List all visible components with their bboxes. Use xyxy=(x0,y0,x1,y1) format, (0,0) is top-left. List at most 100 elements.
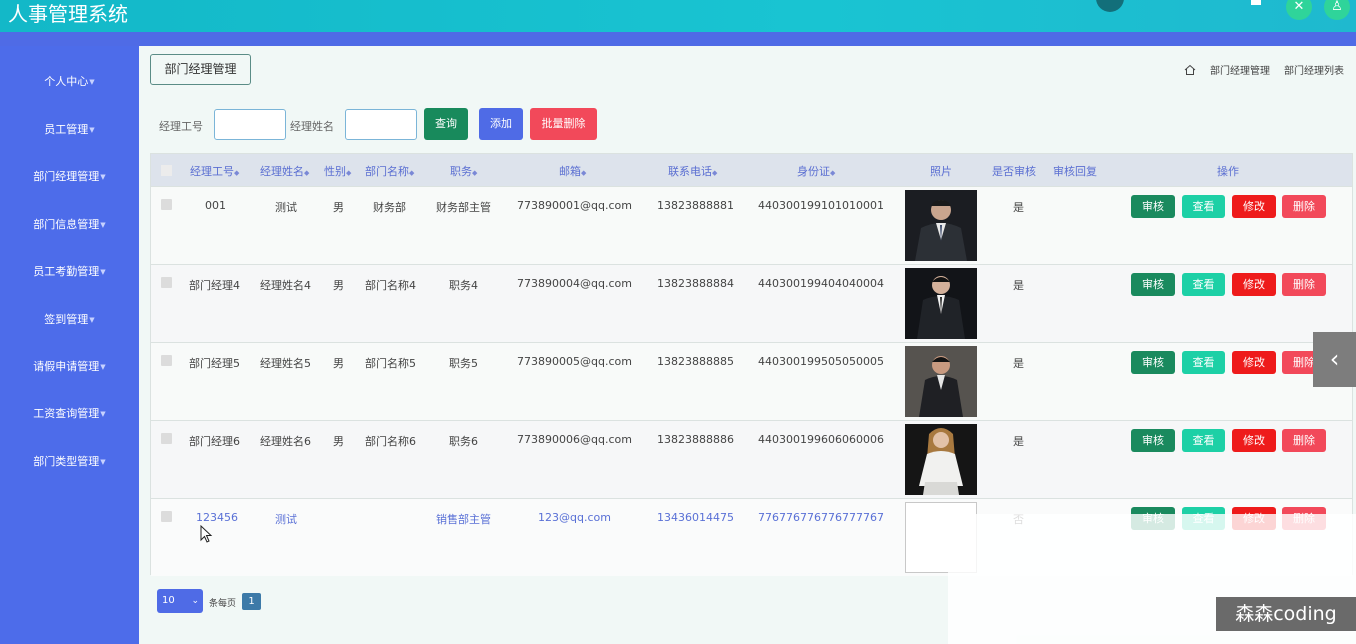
audit-button[interactable]: 审核 xyxy=(1131,429,1175,452)
user-icon[interactable]: ♙ xyxy=(1324,0,1350,20)
row-checkbox[interactable] xyxy=(161,277,172,288)
chevron-down-icon: ⌄ xyxy=(191,596,199,606)
manager-id-input[interactable] xyxy=(214,109,286,140)
manager-photo[interactable] xyxy=(905,424,977,495)
add-button[interactable]: 添加 xyxy=(479,108,523,140)
cell-position: 职务6 xyxy=(449,435,478,448)
sort-icon: ◆ xyxy=(346,169,352,177)
header-gender[interactable]: 性别◆ xyxy=(324,163,351,179)
edit-button[interactable]: 修改 xyxy=(1232,429,1276,452)
cell-audit-status: 是 xyxy=(1013,279,1024,292)
view-button[interactable]: 查看 xyxy=(1182,351,1225,374)
home-icon[interactable] xyxy=(1184,64,1196,76)
header-label: 联系电话 xyxy=(668,165,712,178)
chevron-down-icon: ▼ xyxy=(89,316,95,324)
sidebar-item-dept-type[interactable]: 部门类型管理▼ xyxy=(0,453,139,469)
sort-icon: ◆ xyxy=(712,169,718,177)
sidebar-item-label: 员工考勤管理 xyxy=(33,265,100,278)
audit-button[interactable]: 审核 xyxy=(1131,273,1175,296)
cell-manager-name[interactable]: 测试 xyxy=(275,511,297,527)
minimize-icon[interactable] xyxy=(1251,0,1261,5)
query-button[interactable]: 查询 xyxy=(424,108,468,140)
edit-button[interactable]: 修改 xyxy=(1232,273,1276,296)
top-center-text: “ “ “ xyxy=(528,0,582,12)
row-checkbox[interactable] xyxy=(161,511,172,522)
edit-button[interactable]: 修改 xyxy=(1232,351,1276,374)
manager-table: 经理工号◆ 经理姓名◆ 性别◆ 部门名称◆ 职务◆ 邮箱◆ 联系电话◆ 身份证◆… xyxy=(150,153,1353,576)
close-icon[interactable]: ✕ xyxy=(1286,0,1312,20)
row-checkbox[interactable] xyxy=(161,355,172,366)
header-manager-id[interactable]: 经理工号◆ xyxy=(190,163,239,179)
header-label: 性别 xyxy=(324,165,346,178)
cell-dept-name: 部门名称5 xyxy=(365,357,416,370)
manager-photo[interactable] xyxy=(905,268,977,339)
row-checkbox[interactable] xyxy=(161,199,172,210)
manager-name-label: 经理姓名 xyxy=(290,120,334,133)
chevron-down-icon: ▼ xyxy=(100,173,106,181)
sidebar-item-attendance[interactable]: 员工考勤管理▼ xyxy=(0,263,139,279)
header-email[interactable]: 邮箱◆ xyxy=(559,163,586,179)
page-number-button[interactable]: 1 xyxy=(242,593,261,610)
sidebar-item-label: 签到管理 xyxy=(44,313,89,326)
view-button[interactable]: 查看 xyxy=(1182,273,1225,296)
edit-button[interactable]: 修改 xyxy=(1232,195,1276,218)
header-band xyxy=(0,32,1356,46)
sidebar-item-label: 部门类型管理 xyxy=(33,455,100,468)
audit-button[interactable]: 审核 xyxy=(1131,195,1175,218)
view-button[interactable]: 查看 xyxy=(1182,429,1225,452)
page-tag[interactable]: 部门经理管理 xyxy=(150,54,251,85)
sidebar-item-personal-center[interactable]: 个人中心▼ xyxy=(0,73,139,89)
cell-manager-id: 部门经理4 xyxy=(189,279,240,292)
cell-manager-name: 经理姓名6 xyxy=(260,435,311,448)
row-checkbox[interactable] xyxy=(161,433,172,444)
delete-button[interactable]: 删除 xyxy=(1282,273,1326,296)
delete-button[interactable]: 删除 xyxy=(1282,195,1326,218)
manager-photo[interactable] xyxy=(905,346,977,417)
header-manager-name[interactable]: 经理姓名◆ xyxy=(260,163,309,179)
delete-button[interactable]: 删除 xyxy=(1282,429,1326,452)
chevron-down-icon: ▼ xyxy=(100,458,106,466)
cell-manager-id[interactable]: 123456 xyxy=(196,511,238,524)
manager-photo[interactable] xyxy=(905,190,977,261)
chevron-left-icon[interactable]: ‹ xyxy=(1313,332,1356,387)
sidebar-item-employee[interactable]: 员工管理▼ xyxy=(0,121,139,137)
manager-name-input[interactable] xyxy=(345,109,417,140)
batch-delete-button[interactable]: 批量删除 xyxy=(530,108,597,140)
cell-manager-id: 部门经理5 xyxy=(189,357,240,370)
header-position[interactable]: 职务◆ xyxy=(450,163,477,179)
cell-email[interactable]: 123@qq.com xyxy=(538,511,611,524)
cell-position: 财务部主管 xyxy=(436,201,491,214)
header-audit-status: 是否审核 xyxy=(992,165,1036,178)
sidebar-item-leave[interactable]: 请假申请管理▼ xyxy=(0,358,139,374)
audit-button[interactable]: 审核 xyxy=(1131,351,1175,374)
cell-audit-status: 是 xyxy=(1013,201,1024,214)
cell-id-card[interactable]: 776776776776777767 xyxy=(758,511,884,524)
header-dept-name[interactable]: 部门名称◆ xyxy=(365,163,414,179)
chevron-down-icon: ▼ xyxy=(100,221,106,229)
sidebar-item-dept-manager[interactable]: 部门经理管理▼ xyxy=(0,168,139,184)
header-id-card[interactable]: 身份证◆ xyxy=(797,163,835,179)
cell-position: 职务5 xyxy=(449,357,478,370)
view-button[interactable]: 查看 xyxy=(1182,195,1225,218)
cell-phone: 13823888885 xyxy=(657,355,734,368)
cell-position[interactable]: 销售部主管 xyxy=(436,511,491,527)
sidebar-item-salary[interactable]: 工资查询管理▼ xyxy=(0,405,139,421)
page-size-select[interactable]: 10 ⌄ xyxy=(157,589,203,613)
cell-audit-status: 是 xyxy=(1013,357,1024,370)
cell-manager-name: 经理姓名5 xyxy=(260,357,311,370)
breadcrumb-item[interactable]: 部门经理管理 xyxy=(1210,62,1270,77)
header-phone[interactable]: 联系电话◆ xyxy=(668,163,717,179)
cell-phone: 13823888881 xyxy=(657,199,734,212)
mouse-cursor-icon xyxy=(200,525,213,543)
cell-position: 职务4 xyxy=(449,279,478,292)
sidebar-item-dept-info[interactable]: 部门信息管理▼ xyxy=(0,216,139,232)
cell-phone[interactable]: 13436014475 xyxy=(657,511,734,524)
cell-audit-status: 是 xyxy=(1013,435,1024,448)
sidebar-item-label: 员工管理 xyxy=(44,123,89,136)
chevron-down-icon: ▼ xyxy=(89,126,95,134)
sidebar-item-label: 工资查询管理 xyxy=(33,407,100,420)
select-all-checkbox[interactable] xyxy=(161,165,172,176)
header-label: 部门名称 xyxy=(365,165,409,178)
sidebar-item-signin[interactable]: 签到管理▼ xyxy=(0,311,139,327)
cell-email: 773890006@qq.com xyxy=(517,433,632,446)
